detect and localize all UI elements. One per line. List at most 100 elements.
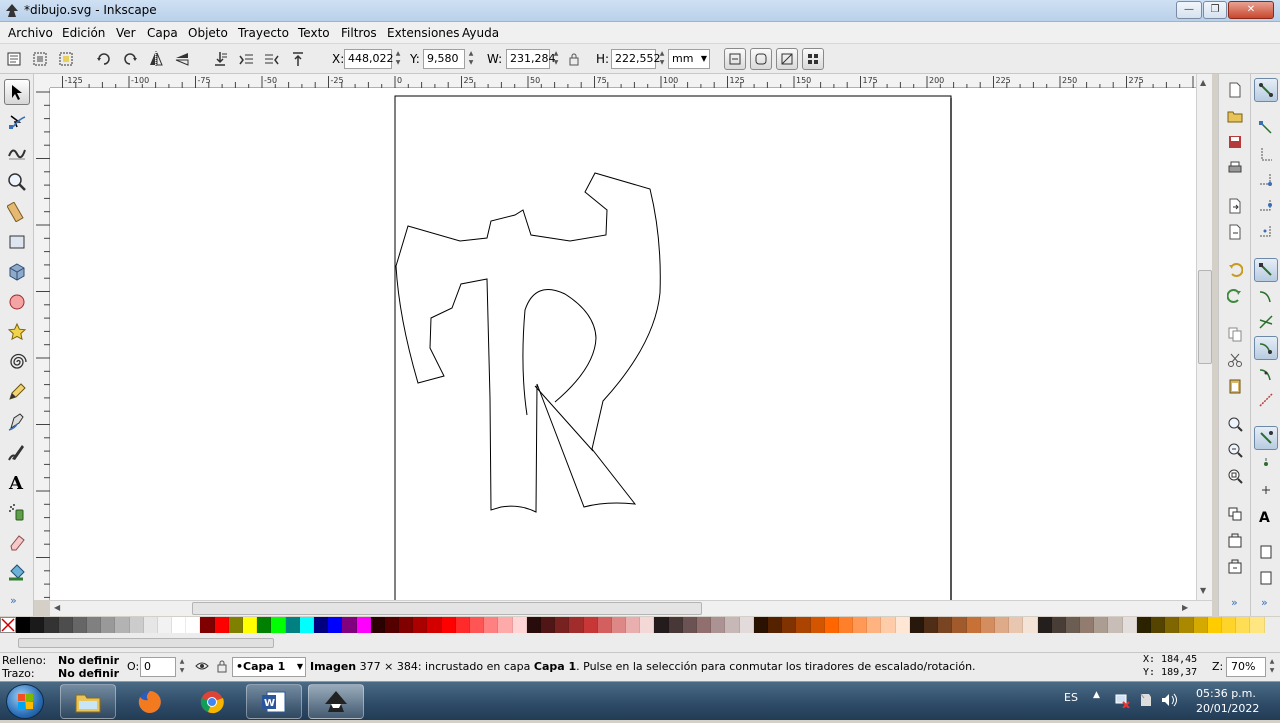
color-swatch[interactable] xyxy=(810,617,825,633)
color-swatch[interactable] xyxy=(867,617,882,633)
color-swatch[interactable] xyxy=(58,617,73,633)
color-swatch[interactable] xyxy=(44,617,59,633)
color-swatch[interactable] xyxy=(299,617,314,633)
color-swatch[interactable] xyxy=(569,617,584,633)
snap-page-border-icon[interactable] xyxy=(1254,540,1278,564)
color-swatch[interactable] xyxy=(1221,617,1237,633)
snap-smooth-nodes-icon[interactable] xyxy=(1254,362,1278,386)
color-swatch[interactable] xyxy=(526,617,541,633)
zoom-page-icon[interactable] xyxy=(1225,466,1245,486)
menu-edicion[interactable]: Edición xyxy=(62,26,105,40)
action-center-icon[interactable] xyxy=(1138,692,1154,711)
language-indicator[interactable]: ES xyxy=(1064,691,1078,704)
snap-cusp-nodes-icon[interactable] xyxy=(1254,336,1278,360)
cut-icon[interactable] xyxy=(1225,350,1245,370)
color-swatch[interactable] xyxy=(1179,617,1194,633)
pen-tool-icon[interactable] xyxy=(4,409,30,435)
select-all-layers-icon[interactable] xyxy=(30,49,50,69)
select-all-icon[interactable] xyxy=(4,49,24,69)
color-swatch[interactable] xyxy=(767,617,783,633)
palette-scroll-thumb[interactable] xyxy=(18,638,274,648)
undo-icon[interactable] xyxy=(1225,260,1245,280)
color-swatch[interactable] xyxy=(342,617,357,633)
color-swatch[interactable] xyxy=(30,617,45,633)
color-swatch[interactable] xyxy=(1009,617,1024,633)
color-swatch[interactable] xyxy=(1250,617,1265,633)
maximize-button[interactable]: ❐ xyxy=(1203,1,1227,19)
clock-time[interactable]: 05:36 p.m. xyxy=(1196,687,1256,700)
color-swatch[interactable] xyxy=(399,617,414,633)
color-swatch[interactable] xyxy=(654,617,669,633)
layer-select[interactable]: •Capa 1 ▼ xyxy=(232,657,306,677)
snap-bbox-edge-icon[interactable] xyxy=(1254,142,1278,166)
color-swatch[interactable] xyxy=(682,617,697,633)
node-tool-icon[interactable] xyxy=(4,109,30,135)
menu-trayecto[interactable]: Trayecto xyxy=(238,26,289,40)
print-icon[interactable] xyxy=(1225,158,1245,178)
zoom-stepper[interactable]: ▲ ▼ xyxy=(1267,657,1277,677)
color-swatch[interactable] xyxy=(1193,617,1208,633)
color-swatch[interactable] xyxy=(157,617,173,633)
tweak-tool-icon[interactable] xyxy=(4,139,30,165)
y-input[interactable]: 9,580 xyxy=(423,49,465,69)
color-swatch[interactable] xyxy=(994,617,1010,633)
vertical-scroll-thumb[interactable] xyxy=(1198,270,1212,364)
h-input[interactable]: 222,552 xyxy=(611,49,661,69)
network-icon[interactable] xyxy=(1114,692,1130,711)
rotate-ccw-icon[interactable] xyxy=(94,49,114,69)
color-swatch[interactable] xyxy=(512,617,527,633)
menu-texto[interactable]: Texto xyxy=(298,26,330,40)
snap-intersections-icon[interactable] xyxy=(1254,310,1278,334)
color-swatch[interactable] xyxy=(1065,617,1081,633)
eraser-tool-icon[interactable] xyxy=(4,529,30,555)
color-swatch[interactable] xyxy=(1236,617,1251,633)
duplicate-icon[interactable] xyxy=(1225,504,1245,524)
deselect-icon[interactable] xyxy=(56,49,76,69)
canvas-svg[interactable] xyxy=(50,88,1196,600)
color-swatch[interactable] xyxy=(583,617,598,633)
color-swatch[interactable] xyxy=(228,617,243,633)
snap-rotation-center-icon[interactable] xyxy=(1254,478,1278,502)
save-icon[interactable] xyxy=(1225,132,1245,152)
menu-ayuda[interactable]: Ayuda xyxy=(462,26,499,40)
color-swatch[interactable] xyxy=(938,617,953,633)
color-swatch[interactable] xyxy=(484,617,499,633)
color-swatch[interactable] xyxy=(1207,617,1222,633)
lower-to-bottom-icon[interactable] xyxy=(210,49,230,69)
color-swatch[interactable] xyxy=(966,617,981,633)
more-snap-icon[interactable]: » xyxy=(1261,596,1268,609)
color-swatch[interactable] xyxy=(186,617,201,633)
scale-stroke-toggle[interactable] xyxy=(724,48,746,70)
raise-to-top-icon[interactable] xyxy=(288,49,308,69)
horizontal-scroll-thumb[interactable] xyxy=(192,602,702,615)
color-swatch[interactable] xyxy=(668,617,683,633)
menu-ver[interactable]: Ver xyxy=(116,26,136,40)
snap-nodes-icon[interactable] xyxy=(1254,258,1278,282)
color-swatch[interactable] xyxy=(640,617,655,633)
explorer-taskbar-button[interactable] xyxy=(60,684,116,719)
no-paint-swatch[interactable] xyxy=(0,617,16,633)
clone-icon[interactable] xyxy=(1225,530,1245,550)
scroll-up-icon[interactable]: ▲ xyxy=(1200,78,1206,87)
color-swatch[interactable] xyxy=(101,617,116,633)
color-swatch[interactable] xyxy=(626,617,641,633)
color-swatch[interactable] xyxy=(243,617,258,633)
opacity-input[interactable]: 0 xyxy=(140,657,176,677)
color-swatch[interactable] xyxy=(796,617,811,633)
color-swatch[interactable] xyxy=(129,617,144,633)
color-swatch[interactable] xyxy=(540,617,556,633)
color-swatch[interactable] xyxy=(143,617,158,633)
calligraphy-tool-icon[interactable] xyxy=(4,439,30,465)
menu-archivo[interactable]: Archivo xyxy=(8,26,53,40)
layer-visibility-icon[interactable] xyxy=(195,659,209,676)
text-tool-icon[interactable]: A xyxy=(4,469,30,495)
measure-tool-icon[interactable] xyxy=(4,199,30,225)
color-swatch[interactable] xyxy=(313,617,329,633)
color-swatch[interactable] xyxy=(555,617,570,633)
x-input[interactable]: 448,022 xyxy=(344,49,394,69)
color-swatch[interactable] xyxy=(455,617,470,633)
menu-extensiones[interactable]: Extensiones xyxy=(387,26,460,40)
layer-lock-icon[interactable] xyxy=(216,659,228,676)
color-swatch[interactable] xyxy=(413,617,428,633)
scroll-left-icon[interactable]: ◀ xyxy=(54,603,60,612)
